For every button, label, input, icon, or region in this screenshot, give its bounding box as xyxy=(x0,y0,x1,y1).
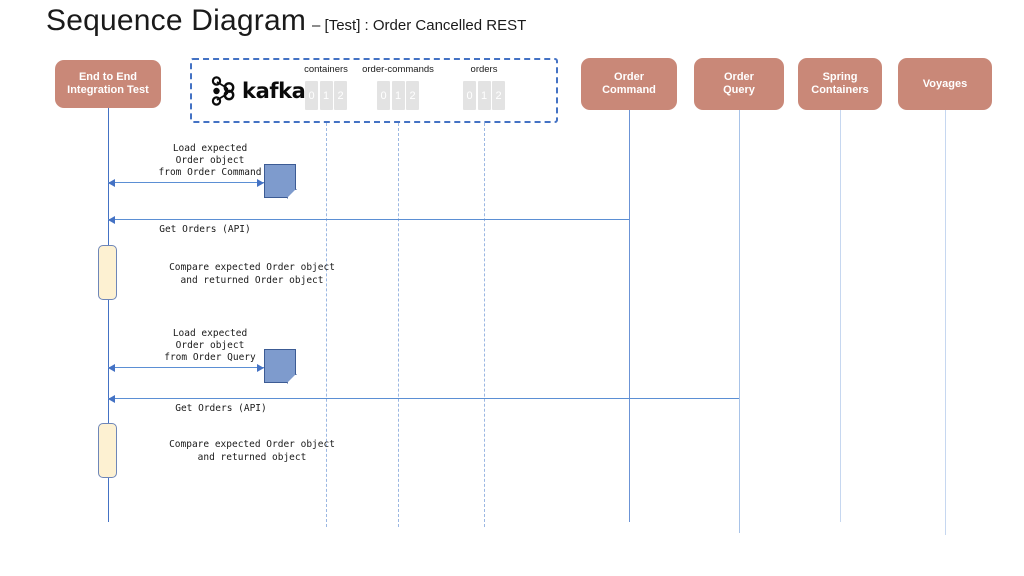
message-line-get-orders-api-2 xyxy=(108,398,739,399)
message-label-get-orders-api-1: Get Orders (API) xyxy=(159,224,251,235)
message-line-load-order-query xyxy=(108,367,264,368)
lifeline-voyages xyxy=(945,110,946,535)
kafka-topic-containers[interactable]: containers 0 1 2 xyxy=(300,64,352,110)
sequence-diagram-canvas: End to End Integration Test Order Command Or… xyxy=(0,0,1024,576)
kafka-partition-containers-1[interactable]: 1 xyxy=(319,81,333,110)
kafka-partition-orders-2[interactable]: 2 xyxy=(492,81,505,110)
note-shape-load-order-query xyxy=(264,349,297,384)
kafka-topic-label-containers: containers xyxy=(304,64,348,75)
participant-box-order-command[interactable]: Order Command xyxy=(581,58,677,110)
message-line-load-order-command xyxy=(108,182,264,183)
kafka-partition-containers-0[interactable]: 0 xyxy=(305,81,318,110)
kafka-partition-order-commands-0[interactable]: 0 xyxy=(377,81,390,110)
kafka-partitions-order-commands: 012 xyxy=(356,81,440,110)
kafka-topic-label-orders: orders xyxy=(470,64,498,75)
note-fold-corner-load-order-query xyxy=(286,373,297,384)
participant-box-voyages[interactable]: Voyages xyxy=(898,58,992,110)
kafka-logo: kafka xyxy=(211,76,306,106)
message-arrowhead-right-load-order-command xyxy=(257,178,264,187)
kafka-topic-order-commands[interactable]: order-commands 0 1 2 xyxy=(356,64,440,110)
message-arrowhead-left-load-order-query xyxy=(108,363,115,372)
kafka-partitions-orders: 012 xyxy=(455,81,513,110)
kafka-partition-order-commands-1[interactable]: 1 xyxy=(391,81,405,110)
activation-box-compare-2 xyxy=(98,423,117,478)
message-arrowhead-right-load-order-query xyxy=(257,363,264,372)
kafka-partition-orders-1[interactable]: 1 xyxy=(477,81,491,110)
note-shape-load-order-command xyxy=(264,164,297,199)
kafka-partition-orders-0[interactable]: 0 xyxy=(463,81,476,110)
lifeline-topic-containers xyxy=(326,123,327,527)
lifeline-topic-orders xyxy=(484,123,485,527)
kafka-partition-containers-2[interactable]: 2 xyxy=(334,81,347,110)
participant-label-order-command: Order Command xyxy=(602,71,656,96)
message-line-get-orders-api-1 xyxy=(108,219,629,220)
activation-box-compare-1 xyxy=(98,245,117,300)
participant-label-spring-containers: Spring Containers xyxy=(811,71,869,96)
kafka-topic-orders[interactable]: orders 0 1 2 xyxy=(455,64,513,110)
message-arrowhead-left-load-order-command xyxy=(108,178,115,187)
participant-label-e2e: End to End Integration Test xyxy=(67,71,149,96)
activation-label-compare-2: Compare expected Order object and return… xyxy=(169,439,335,463)
activation-label-compare-1: Compare expected Order object and return… xyxy=(169,262,335,286)
participant-label-order-query: Order Query xyxy=(723,71,755,96)
participant-box-spring-containers[interactable]: Spring Containers xyxy=(798,58,882,110)
kafka-topic-label-order-commands: order-commands xyxy=(362,64,434,75)
lifeline-spring-containers xyxy=(840,110,841,522)
kafka-wordmark: kafka xyxy=(242,79,306,103)
kafka-mark-icon xyxy=(211,76,235,106)
participant-box-e2e[interactable]: End to End Integration Test xyxy=(55,60,161,108)
kafka-partitions-containers: 012 xyxy=(300,81,352,110)
lifeline-topic-order-commands xyxy=(398,123,399,527)
note-fold-corner-load-order-command xyxy=(286,188,297,199)
lifeline-order-command xyxy=(629,110,630,522)
participant-label-voyages: Voyages xyxy=(922,77,968,90)
lifeline-order-query xyxy=(739,110,740,533)
participant-box-order-query[interactable]: Order Query xyxy=(694,58,784,110)
kafka-partition-order-commands-2[interactable]: 2 xyxy=(406,81,419,110)
message-label-get-orders-api-2: Get Orders (API) xyxy=(175,403,267,414)
message-arrowhead-left-get-orders-api-1 xyxy=(108,215,115,224)
message-arrowhead-left-get-orders-api-2 xyxy=(108,394,115,403)
